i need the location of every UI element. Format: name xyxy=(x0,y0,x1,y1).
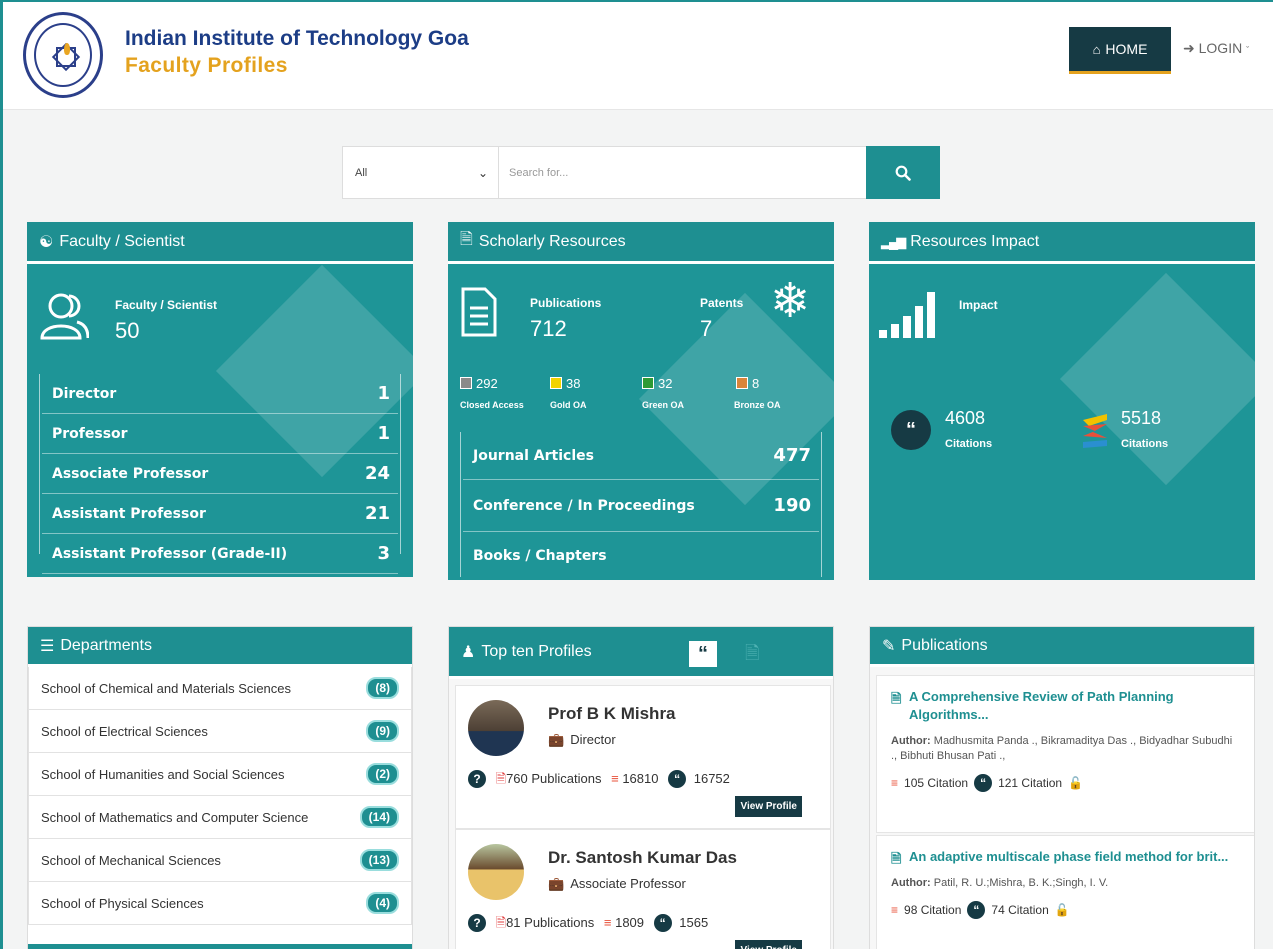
users-icon: ☯ xyxy=(39,233,54,251)
home-icon: ⌂ xyxy=(1092,41,1101,57)
dimensions-icon: ≡ xyxy=(611,771,619,786)
faculty-count: 50 xyxy=(115,318,140,343)
patents-label: Patents xyxy=(700,296,744,310)
users-icon xyxy=(40,293,89,340)
institute-title: Indian Institute of Technology Goa xyxy=(125,27,469,50)
dimensions-icon: ≡ xyxy=(891,903,899,917)
faculty-panel: ☯ Faculty / Scientist Faculty / Scientis… xyxy=(27,222,413,577)
view-profile-button[interactable]: View Profile xyxy=(735,796,802,817)
list-item[interactable]: Assistant Professor (Grade-II) 3 xyxy=(42,534,398,574)
pdf-icon: 🗎 xyxy=(495,771,507,786)
search-input[interactable]: Search for... xyxy=(499,147,866,198)
user-icon: ♟ xyxy=(461,643,476,661)
list-item[interactable]: Associate Professor 24 xyxy=(42,454,398,494)
profile-card: Dr. Santosh Kumar Das 💼 Associate Profess… xyxy=(455,829,831,949)
avatar[interactable] xyxy=(468,844,524,900)
quote-icon: “ xyxy=(891,410,931,450)
department-item[interactable]: School of Electrical Sciences (9) xyxy=(28,710,412,753)
publications-panel-header: ✎ Publications xyxy=(870,627,1254,667)
impact-panel-header: ▂▄▆ Resources Impact xyxy=(869,222,1255,264)
citations-count-2: 5518 xyxy=(1121,408,1162,428)
publication-type-list: Journal Articles 477 Conference / In Proc… xyxy=(460,432,822,577)
tab-citations[interactable]: “ xyxy=(689,641,717,667)
list-item[interactable]: Director 1 xyxy=(42,374,398,414)
dimensions-icon: ≡ xyxy=(603,915,612,930)
snowflake-icon: ❄ xyxy=(770,275,811,328)
departments-panel-header: ☰ Departments xyxy=(28,627,412,667)
edit-icon: ✎ xyxy=(882,637,896,655)
patents-count: 7 xyxy=(700,316,713,341)
department-item[interactable]: School of Mechanical Sciences (13) xyxy=(28,839,412,882)
nav-home[interactable]: ⌂ HOME xyxy=(1069,27,1171,74)
faculty-panel-header: ☯ Faculty / Scientist xyxy=(27,222,413,264)
department-item[interactable]: School of Mathematics and Computer Scien… xyxy=(28,796,412,839)
divider xyxy=(28,944,412,949)
chevron-down-icon: ˇ xyxy=(1246,45,1250,55)
avatar[interactable] xyxy=(468,700,524,756)
nav-login[interactable]: ➜ LOGIN ˇ xyxy=(1183,40,1249,57)
document-icon: 🗎 xyxy=(891,691,902,706)
faculty-role-list: Director 1 Professor 1 Associate Professor… xyxy=(39,374,401,574)
publication-title[interactable]: 🗎 An adaptive multiscale phase field meth… xyxy=(891,848,1241,866)
list-item[interactable]: Books / Chapters xyxy=(463,532,819,577)
oa-green[interactable]: 32 xyxy=(642,376,672,391)
help-icon[interactable]: ? xyxy=(468,770,486,788)
impact-label: Impact xyxy=(959,298,998,312)
publication-title[interactable]: 🗎 A Comprehensive Review of Path Planning… xyxy=(891,688,1241,724)
departments-panel: ☰ Departments School of Chemical and Mat… xyxy=(27,626,413,949)
institute-logo[interactable] xyxy=(23,12,103,98)
site-header: Indian Institute of Technology Goa Facul… xyxy=(3,2,1273,110)
list-item[interactable]: Conference / In Proceedings 190 xyxy=(463,480,819,532)
list-icon: ☰ xyxy=(40,637,55,655)
scholarly-panel-header: 🗎 Scholarly Resources xyxy=(448,222,834,264)
document-icon: 🗎 xyxy=(460,231,473,248)
dimensions-icon: ≡ xyxy=(891,776,899,790)
publications-count: 712 xyxy=(530,316,567,341)
scholarly-panel: 🗎 Scholarly Resources Publications 712 P… xyxy=(448,222,834,580)
impact-panel: ▂▄▆ Resources Impact Impact “ 4608 Citat… xyxy=(869,222,1255,580)
quote-icon: “ xyxy=(967,901,986,919)
list-item[interactable]: Professor 1 xyxy=(42,414,398,454)
dimensions-icon xyxy=(1083,414,1107,448)
view-profile-button[interactable]: View Profile xyxy=(735,940,802,949)
unlock-icon: 🔓 xyxy=(1068,776,1084,790)
department-item[interactable]: School of Chemical and Materials Science… xyxy=(28,667,412,710)
login-icon: ➜ xyxy=(1183,40,1195,56)
document-icon: 🗎 xyxy=(891,851,902,866)
pdf-icon: 🗎 xyxy=(495,915,507,930)
list-item[interactable]: Journal Articles 477 xyxy=(463,432,819,480)
list-item[interactable]: Assistant Professor 21 xyxy=(42,494,398,534)
citations-count-1: 4608 xyxy=(945,408,986,428)
department-item[interactable]: School of Physical Sciences (4) xyxy=(28,882,412,925)
search-category-select[interactable]: All ⌄ xyxy=(343,147,499,198)
quote-icon: “ xyxy=(668,770,687,788)
topten-panel-header: ♟ Top ten Profiles “ 🗎 xyxy=(449,627,833,679)
oa-bronze[interactable]: 8 xyxy=(736,376,759,391)
search-icon xyxy=(895,165,911,181)
signal-icon: ▂▄▆ xyxy=(881,233,906,249)
oa-gold[interactable]: 38 xyxy=(550,376,580,391)
briefcase-icon: 💼 xyxy=(548,876,565,891)
topten-panel: ♟ Top ten Profiles “ 🗎 Prof B K Mishra 💼… xyxy=(448,626,834,949)
site-subtitle: Faculty Profiles xyxy=(125,54,288,77)
chevron-down-icon: ⌄ xyxy=(477,165,488,180)
department-item[interactable]: School of Humanities and Social Sciences… xyxy=(28,753,412,796)
quote-icon: “ xyxy=(653,914,672,932)
tab-publications[interactable]: 🗎 xyxy=(745,641,759,671)
search-button[interactable] xyxy=(866,146,940,199)
document-icon xyxy=(461,287,497,337)
faculty-count-label: Faculty / Scientist xyxy=(115,298,218,312)
quote-icon: “ xyxy=(974,774,993,792)
help-icon[interactable]: ? xyxy=(468,914,486,932)
publication-item: 🗎 A Comprehensive Review of Path Planning… xyxy=(876,675,1254,833)
oa-closed[interactable]: 292 xyxy=(460,376,498,391)
unlock-icon: 🔓 xyxy=(1054,903,1070,917)
briefcase-icon: 💼 xyxy=(548,732,565,747)
publications-panel: ✎ Publications 🗎 A Comprehensive Review o… xyxy=(869,626,1255,949)
search-bar: All ⌄ Search for... xyxy=(342,146,940,199)
signal-icon xyxy=(879,292,935,338)
publication-item: 🗎 An adaptive multiscale phase field meth… xyxy=(876,835,1254,949)
publications-label: Publications xyxy=(530,296,602,310)
profile-card: Prof B K Mishra 💼 Director ? 🗎760 Publica… xyxy=(455,685,831,829)
